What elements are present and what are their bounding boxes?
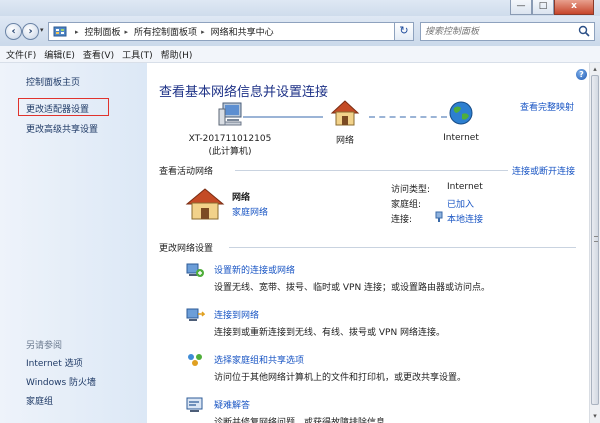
address-bar[interactable]: ▸ 控制面板▸ 所有控制面板项▸ 网络和共享中心 ▾ <box>48 22 410 41</box>
internet-node[interactable]: Internet <box>441 99 481 143</box>
computer-subtitle: (此计算机) <box>208 147 252 157</box>
connection-label: 连接: <box>391 215 413 225</box>
network-label: 网络 <box>335 136 354 146</box>
access-type-value: Internet <box>447 182 483 192</box>
breadcrumb-control-panel[interactable]: 控制面板 ▸ <box>85 25 135 39</box>
task-new-connection-link[interactable]: 设置新的连接或网络 <box>214 263 295 276</box>
search-box[interactable] <box>420 22 595 41</box>
network-node[interactable]: 网络 <box>325 99 365 146</box>
see-also-heading: 另请参阅 <box>26 341 63 351</box>
internet-label: Internet <box>443 133 479 143</box>
divider <box>235 170 508 171</box>
connect-disconnect-link[interactable]: 连接或断开连接 <box>512 164 575 177</box>
local-connection-link[interactable]: 本地连接 <box>447 212 483 225</box>
see-also-internet-options[interactable]: Internet 选项 <box>26 356 83 369</box>
page-title: 查看基本网络信息并设置连接 <box>159 85 329 100</box>
house-icon <box>330 100 360 126</box>
task-homegroup-sharing-desc: 访问位于其他网络计算机上的文件和打印机，或更改共享设置。 <box>214 373 467 383</box>
active-networks-heading: 查看活动网络 <box>159 167 214 177</box>
refresh-button[interactable]: ↻ <box>394 22 414 41</box>
title-bar: — □ x <box>0 0 600 16</box>
window-controls: — □ x <box>510 0 594 15</box>
troubleshoot-icon <box>186 397 203 412</box>
globe-icon <box>449 101 473 125</box>
address-toolbar: ‹ › ▾ ▸ 控制面板▸ 所有控制面板项▸ 网络和共享中心 ▾ ↻ <box>0 16 600 46</box>
menu-tools[interactable]: 工具(T) <box>122 48 153 61</box>
homegroup-sharing-icon <box>188 354 202 366</box>
close-button[interactable]: x <box>554 0 594 15</box>
menu-view[interactable]: 查看(V) <box>83 48 114 61</box>
sidebar-item-change-adapter-settings[interactable]: 更改适配器设置 <box>26 102 89 115</box>
main-content: ? 查看基本网络信息并设置连接 查看完整映射 XT-201711012105 (… <box>147 63 589 423</box>
recent-pages-dropdown-icon[interactable]: ▾ <box>40 26 44 34</box>
scroll-up-icon[interactable]: ▴ <box>590 64 600 74</box>
breadcrumb-all-items[interactable]: 所有控制面板项 ▸ <box>134 25 211 39</box>
access-type-label: 访问类型: <box>391 185 431 195</box>
computer-node[interactable]: XT-201711012105 (此计算机) <box>185 101 275 157</box>
scroll-down-icon[interactable]: ▾ <box>590 411 600 421</box>
active-network-name: 网络 <box>232 193 251 203</box>
divider <box>229 247 576 248</box>
minimize-button[interactable]: — <box>510 0 532 15</box>
view-full-map-link[interactable]: 查看完整映射 <box>520 100 574 113</box>
connection-line <box>243 116 323 118</box>
breadcrumb-network-center[interactable]: 网络和共享中心 <box>211 25 274 38</box>
task-troubleshoot-link[interactable]: 疑难解答 <box>214 398 250 411</box>
menu-edit[interactable]: 编辑(E) <box>44 48 75 61</box>
internet-link-line <box>369 116 447 118</box>
back-button[interactable]: ‹ <box>5 23 22 40</box>
menu-file[interactable]: 文件(F) <box>6 48 36 61</box>
help-icon[interactable]: ? <box>576 69 587 80</box>
computer-icon <box>218 102 242 126</box>
forward-button[interactable]: › <box>22 23 39 40</box>
network-type-link[interactable]: 家庭网络 <box>232 205 268 218</box>
search-icon[interactable] <box>578 25 590 37</box>
task-troubleshoot-desc: 诊断并修复网络问题，或获得故障排除信息。 <box>214 418 395 423</box>
control-panel-icon <box>53 26 67 36</box>
homegroup-label: 家庭组: <box>391 200 422 210</box>
search-input[interactable] <box>425 23 575 40</box>
see-also-windows-firewall[interactable]: Windows 防火墙 <box>26 375 96 388</box>
home-network-icon <box>185 188 225 220</box>
ethernet-icon <box>435 211 443 222</box>
connect-network-icon <box>186 308 205 321</box>
navigation-pane: 控制面板主页 更改适配器设置 更改高级共享设置 另请参阅 Internet 选项… <box>0 63 147 423</box>
vertical-scrollbar[interactable]: ▴ ▾ <box>589 63 600 423</box>
change-settings-heading: 更改网络设置 <box>159 244 214 254</box>
computer-name: XT-201711012105 <box>188 134 272 144</box>
new-connection-icon <box>186 263 204 277</box>
maximize-button[interactable]: □ <box>532 0 554 15</box>
task-connect-network-link[interactable]: 连接到网络 <box>214 308 259 321</box>
task-connect-network-desc: 连接到或重新连接到无线、有线、拨号或 VPN 网络连接。 <box>214 328 446 338</box>
scroll-grip-icon <box>594 236 598 242</box>
menu-help[interactable]: 帮助(H) <box>161 48 193 61</box>
task-homegroup-sharing-link[interactable]: 选择家庭组和共享选项 <box>214 353 304 366</box>
breadcrumb-separator[interactable]: ▸ <box>71 28 85 36</box>
sidebar-item-control-panel-home[interactable]: 控制面板主页 <box>26 75 80 88</box>
menu-bar: 文件(F) 编辑(E) 查看(V) 工具(T) 帮助(H) <box>0 46 600 63</box>
homegroup-value-link[interactable]: 已加入 <box>447 197 474 210</box>
scroll-thumb[interactable] <box>591 75 599 405</box>
sidebar-item-advanced-sharing[interactable]: 更改高级共享设置 <box>26 122 98 135</box>
see-also-homegroup[interactable]: 家庭组 <box>26 394 53 407</box>
task-new-connection-desc: 设置无线、宽带、拨号、临时或 VPN 连接；或设置路由器或访问点。 <box>214 283 491 293</box>
